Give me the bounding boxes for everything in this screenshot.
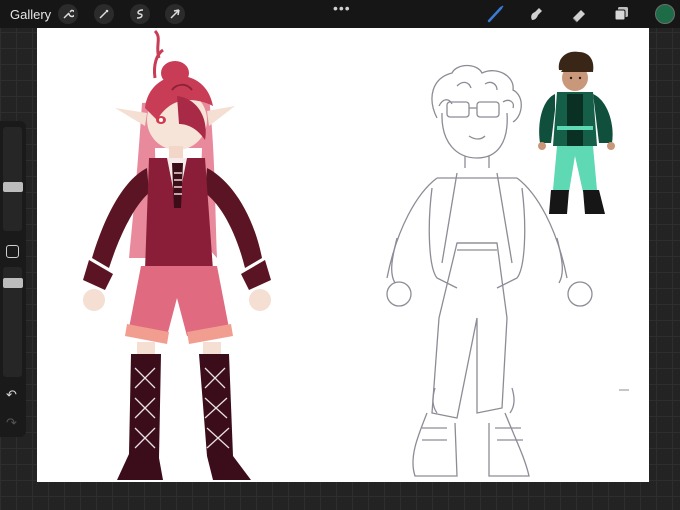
brush-size-slider-thumb[interactable]: [3, 182, 23, 192]
brush-size-slider-track[interactable]: [3, 127, 22, 231]
character-teal-figure: [538, 51, 615, 214]
brush-icon[interactable]: [486, 4, 506, 24]
selection-icon[interactable]: [130, 4, 150, 24]
wrench-icon[interactable]: [58, 4, 78, 24]
eraser-icon[interactable]: [569, 4, 589, 24]
more-actions-button[interactable]: •••: [333, 0, 351, 16]
smudge-icon[interactable]: [526, 4, 546, 24]
opacity-slider-thumb[interactable]: [3, 278, 23, 288]
magic-wand-icon[interactable]: [94, 4, 114, 24]
character-elf-figure: [83, 29, 271, 480]
drawing-canvas[interactable]: [37, 28, 649, 482]
undo-button[interactable]: ↶: [6, 387, 17, 403]
transform-icon[interactable]: [165, 4, 185, 24]
left-sidebar: ↶ ↷: [0, 121, 26, 437]
redo-button[interactable]: ↷: [6, 415, 17, 431]
artwork: [83, 29, 629, 480]
top-toolbar: Gallery •••: [0, 0, 680, 28]
color-picker-button[interactable]: [655, 4, 675, 24]
gallery-button[interactable]: Gallery: [10, 7, 51, 22]
layers-icon[interactable]: [612, 4, 632, 24]
modify-button[interactable]: [6, 245, 19, 258]
